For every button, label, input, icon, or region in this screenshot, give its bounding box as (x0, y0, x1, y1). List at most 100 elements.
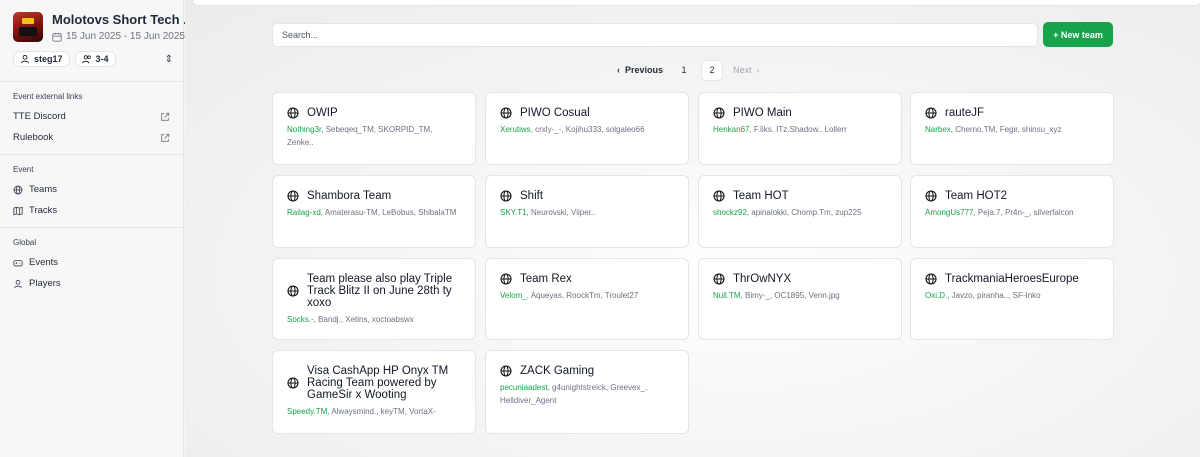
globe-icon (287, 285, 299, 297)
team-card-header: Visa CashApp HP Onyx TM Racing Team powe… (287, 365, 461, 401)
team-card[interactable]: Shambora Team Railag-xd, Amaterasu-TM, Le… (272, 175, 476, 248)
globe-icon (500, 273, 512, 285)
map-icon (13, 206, 23, 215)
team-name: OWIP (307, 107, 338, 119)
team-member-list: , Amaterasu-TM, LeBobus, ShibalaTM (320, 208, 457, 217)
team-card[interactable]: Shift SKY.T1, Neurovski, Viiper.. (485, 175, 689, 248)
page-button-1[interactable]: 1 (673, 60, 695, 81)
team-captain: SKY.T1 (500, 208, 527, 217)
team-captain: Railag-xd (287, 208, 321, 217)
user-pill-label: steg17 (34, 54, 63, 64)
team-members: Null.TM, Bimy-_, OC1895, Venn.jpg (713, 289, 887, 302)
team-captain: Null.TM (713, 291, 741, 300)
team-captain: Henkan67 (713, 125, 750, 134)
team-member-list: , F.liks. ITz.Shadow.. Lollerr (749, 125, 847, 134)
page-button-2[interactable]: 2 (701, 59, 724, 81)
team-card-header: ZACK Gaming (500, 365, 674, 377)
users-icon (81, 55, 91, 64)
globe-icon (925, 273, 937, 285)
team-member-list: , Bimy-_, OC1895, Venn.jpg (740, 291, 840, 300)
team-captain: Velom_ (500, 291, 527, 300)
team-card[interactable]: Team HOT2 AmongUs777, Peja.7, Pr4n-_, sil… (910, 175, 1114, 248)
team-member-list: , apinalokki, Chomp.Tm, zup225 (746, 208, 862, 217)
user-pill[interactable]: steg17 (13, 51, 70, 67)
sidebar-item-teams[interactable]: Teams (0, 179, 183, 200)
event-dates-text: 15 Jun 2025 - 15 Jun 2025 (66, 31, 185, 42)
sidebar-link-rulebook[interactable]: Rulebook (0, 127, 183, 148)
team-card-header: Team Rex (500, 273, 674, 285)
team-name: Visa CashApp HP Onyx TM Racing Team powe… (307, 365, 449, 401)
team-members: AmongUs777, Peja.7, Pr4n-_, silverfalcon (925, 206, 1099, 219)
team-member-list: , Alwaysmind., keyTM, VortaX- (327, 407, 436, 416)
team-name: Team Rex (520, 273, 572, 285)
event-header[interactable]: Molotovs Short Tech ... 15 Jun 2025 - 15… (0, 0, 194, 42)
team-captain: shockz92 (713, 208, 747, 217)
chevron-left-icon: ‹ (617, 65, 620, 75)
sidebar-item-label: Tracks (29, 205, 58, 216)
previous-label: Previous (625, 65, 664, 75)
team-card-header: Shift (500, 190, 674, 202)
global-section: Global Events Players (0, 227, 183, 300)
external-link-icon (161, 133, 170, 142)
user-icon (21, 55, 29, 64)
team-name: PIWO Cosual (520, 107, 590, 119)
sidebar-item-tracks[interactable]: Tracks (0, 200, 183, 221)
search-input[interactable] (272, 23, 1038, 47)
group-pill-label: 3-4 (95, 54, 109, 64)
team-members: shockz92, apinalokki, Chomp.Tm, zup225 (713, 206, 887, 219)
previous-page-button[interactable]: ‹ Previous (613, 65, 667, 75)
team-card[interactable]: PIWO Main Henkan67, F.liks. ITz.Shadow.. … (698, 92, 902, 165)
team-card[interactable]: ZACK Gaming pecuniaadest, g4unightstreick… (485, 350, 689, 434)
global-section-title: Global (13, 238, 37, 247)
globe-icon (287, 377, 299, 389)
new-team-button[interactable]: + New team (1043, 22, 1113, 47)
team-card[interactable]: PIWO Cosual Xerutiws, crxly-_-, Kojihu333… (485, 92, 689, 165)
team-card[interactable]: OWIP Nothing3r, Sebeqeq_TM, SKORPID_TM, Z… (272, 92, 476, 165)
external-links-title: Event external links (13, 92, 83, 101)
team-members: Socks.-, Bandj., Xetins, xoctoabswx (287, 313, 461, 326)
team-member-list: , Aqueyas, RoockTm, Troulet27 (526, 291, 639, 300)
team-name: TrackmaniaHeroesEurope (945, 273, 1079, 285)
group-pill[interactable]: 3-4 (74, 51, 116, 67)
next-page-button[interactable]: Next › (729, 65, 764, 75)
team-card[interactable]: Visa CashApp HP Onyx TM Racing Team powe… (272, 350, 476, 434)
team-card[interactable]: ThrOwNYX Null.TM, Bimy-_, OC1895, Venn.jp… (698, 258, 902, 340)
main-content: + New team ‹ Previous 1 2 Next › OWIP Not… (185, 0, 1200, 457)
team-name: ZACK Gaming (520, 365, 595, 377)
globe-icon (287, 190, 299, 202)
team-name: Shambora Team (307, 190, 392, 202)
team-captain: AmongUs777 (925, 208, 974, 217)
chevrons-up-down-icon[interactable]: ⇕ (165, 54, 173, 65)
external-links-section: Event external links TTE Discord Ruleboo… (0, 81, 183, 154)
team-name: rauteJF (945, 107, 984, 119)
team-card[interactable]: Team HOT shockz92, apinalokki, Chomp.Tm, … (698, 175, 902, 248)
globe-icon (500, 190, 512, 202)
team-card[interactable]: Team Rex Velom_, Aqueyas, RoockTm, Troule… (485, 258, 689, 340)
team-card-header: OWIP (287, 107, 461, 119)
sidebar: Molotovs Short Tech ... 15 Jun 2025 - 15… (0, 0, 194, 457)
team-name: Shift (520, 190, 544, 202)
team-member-list: , crxly-_-, Kojihu333, solgaleo66 (530, 125, 645, 134)
team-member-list: , Cherno.TM, Fegir, shinsu_xyz (950, 125, 1062, 134)
team-name: PIWO Main (733, 107, 792, 119)
team-card[interactable]: TrackmaniaHeroesEurope Oxi.D., Javzo, pir… (910, 258, 1114, 340)
sidebar-item-players[interactable]: Players (0, 273, 183, 294)
team-card-header: rauteJF (925, 107, 1099, 119)
team-card[interactable]: Team please also play Triple Track Blitz… (272, 258, 476, 340)
team-captain: Nothing3r (287, 125, 322, 134)
sidebar-item-label: Teams (29, 184, 57, 195)
sidebar-item-events[interactable]: Events (0, 252, 183, 273)
team-captain: Xerutiws (500, 125, 531, 134)
team-card[interactable]: rauteJF Narbex, Cherno.TM, Fegir, shinsu_… (910, 92, 1114, 165)
chevron-right-icon: › (756, 65, 760, 75)
team-member-list: , Peja.7, Pr4n-_, silverfalcon (973, 208, 1074, 217)
sidebar-link-tte-discord[interactable]: TTE Discord (0, 106, 183, 127)
globe-icon (500, 365, 512, 377)
team-card-header: PIWO Cosual (500, 107, 674, 119)
team-card-header: Team please also play Triple Track Blitz… (287, 273, 461, 309)
sidebar-item-label: Events (29, 257, 59, 268)
globe-icon (925, 190, 937, 202)
globe-icon (713, 273, 725, 285)
team-card-header: PIWO Main (713, 107, 887, 119)
top-panel-edge (192, 0, 1200, 6)
